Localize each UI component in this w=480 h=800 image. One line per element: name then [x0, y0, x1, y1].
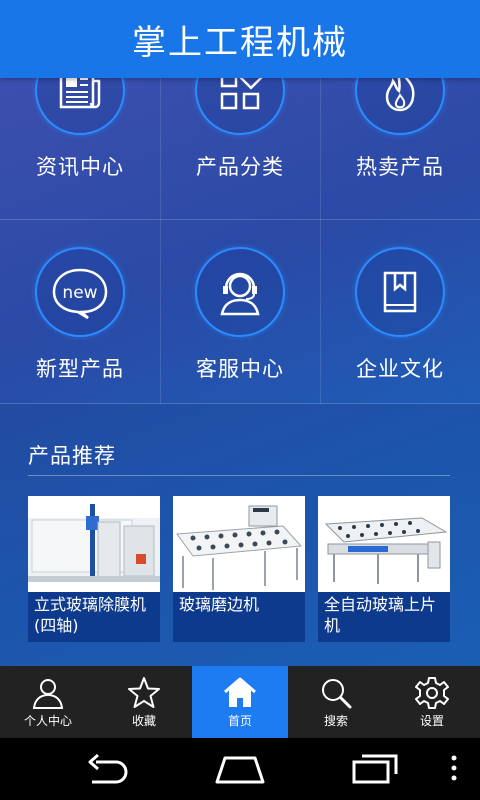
recent-apps-icon[interactable]: [350, 752, 400, 786]
tab-label: 个人中心: [23, 713, 72, 728]
grid-item-label: 资讯中心: [36, 155, 124, 179]
grid-item-service[interactable]: 客服中心: [160, 247, 320, 383]
grid-item-hot[interactable]: 热卖产品: [320, 78, 480, 181]
flame-icon: [355, 78, 445, 135]
gear-icon: [415, 676, 449, 709]
tab-label: 搜索: [323, 713, 348, 728]
main-content: 资讯中心 产品分类 热卖产品 new 新型产品 客服中心 企业文化 产品推荐 立…: [0, 78, 480, 666]
page-title: 掌上工程机械: [132, 22, 348, 63]
overflow-menu-icon[interactable]: [446, 752, 462, 786]
product-card[interactable]: 立式玻璃除膜机(四轴): [28, 496, 160, 642]
tab-favorites[interactable]: 收藏: [96, 666, 192, 738]
product-card[interactable]: 全自动玻璃上片机: [318, 496, 450, 642]
system-nav-bar: [0, 738, 480, 800]
grid-item-label: 新型产品: [36, 357, 124, 381]
product-name: 玻璃磨边机: [173, 592, 305, 642]
grid-item-news[interactable]: 资讯中心: [0, 78, 160, 181]
book-icon: [355, 247, 445, 337]
tab-label: 首页: [227, 713, 252, 728]
product-image: [318, 496, 450, 594]
back-icon[interactable]: [82, 752, 132, 786]
grid-divider: [0, 219, 480, 220]
section-divider: [28, 475, 450, 476]
product-image: [28, 496, 160, 594]
product-name: 全自动玻璃上片机: [318, 592, 450, 642]
recommend-section: 产品推荐 立式玻璃除膜机(四轴) 玻璃磨边机 全自动玻璃上片机: [0, 404, 480, 666]
product-card[interactable]: 玻璃磨边机: [173, 496, 305, 642]
tab-label: 收藏: [131, 713, 156, 728]
tab-home[interactable]: 首页: [192, 666, 288, 738]
section-title: 产品推荐: [28, 444, 116, 468]
tab-settings[interactable]: 设置: [384, 666, 480, 738]
bottom-tab-bar: 个人中心 收藏 首页 搜索 设置: [0, 666, 480, 738]
categories-icon: [195, 78, 285, 135]
grid-item-categories[interactable]: 产品分类: [160, 78, 320, 181]
grid-item-culture[interactable]: 企业文化: [320, 247, 480, 383]
home-icon: [224, 677, 256, 707]
grid-item-label: 客服中心: [196, 357, 284, 381]
grid-item-label: 企业文化: [356, 357, 444, 381]
grid-item-label: 产品分类: [196, 155, 284, 179]
user-icon: [32, 678, 64, 709]
svg-text:new: new: [62, 283, 97, 303]
tab-search[interactable]: 搜索: [288, 666, 384, 738]
tab-label: 设置: [419, 713, 444, 728]
home-nav-icon[interactable]: [213, 752, 267, 786]
new-badge-icon: new: [35, 247, 125, 337]
category-grid: 资讯中心 产品分类 热卖产品 new 新型产品 客服中心 企业文化: [0, 78, 480, 404]
star-icon: [128, 676, 160, 708]
app-header: 掌上工程机械: [0, 0, 480, 78]
product-image: [173, 496, 305, 594]
product-name: 立式玻璃除膜机(四轴): [28, 592, 160, 642]
headset-agent-icon: [195, 247, 285, 337]
search-icon: [322, 678, 352, 708]
grid-item-new-products[interactable]: new 新型产品: [0, 247, 160, 383]
tab-profile[interactable]: 个人中心: [0, 666, 96, 738]
grid-item-label: 热卖产品: [356, 155, 444, 179]
newspaper-icon: [35, 78, 125, 135]
